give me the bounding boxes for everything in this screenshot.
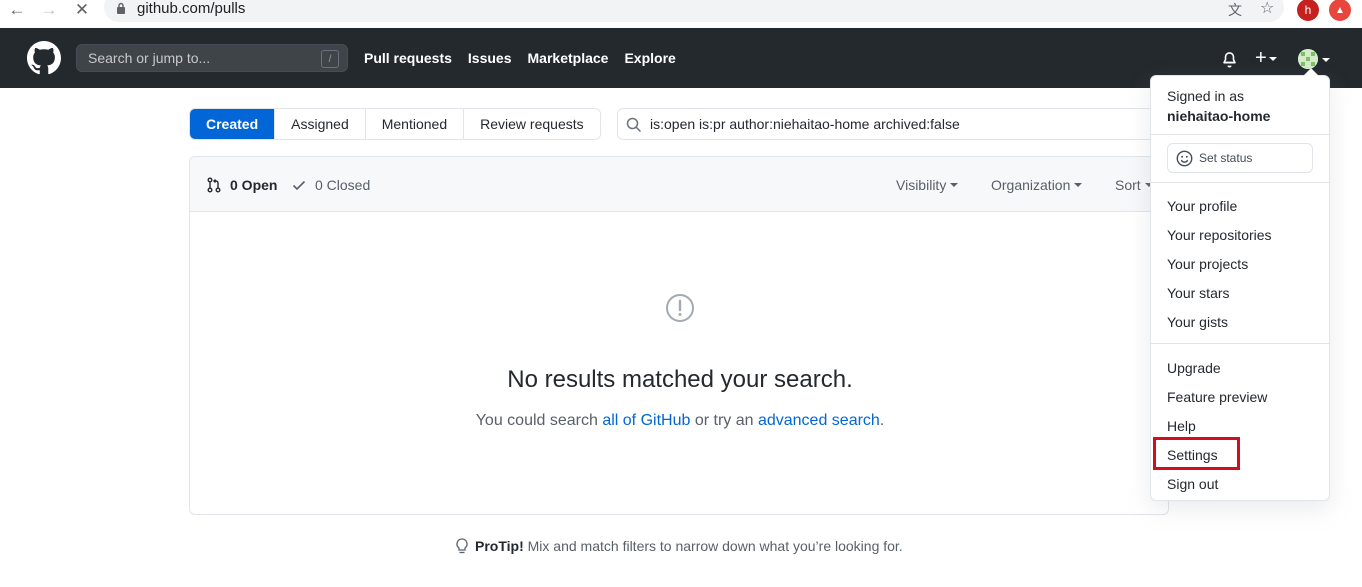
menu-item-your-profile[interactable]: Your profile — [1167, 196, 1237, 216]
set-status-label: Set status — [1199, 151, 1253, 165]
protip: ProTip! Mix and match filters to narrow … — [455, 538, 903, 554]
identicon-icon — [1298, 49, 1318, 69]
visibility-menu-label: Visibility — [896, 177, 947, 193]
blankslate-text-part: You could search — [475, 412, 603, 429]
organization-menu[interactable]: Organization — [991, 177, 1083, 193]
nav-marketplace[interactable]: Marketplace — [528, 49, 609, 67]
blankslate-text: You could search all of GitHub or try an… — [190, 412, 1170, 430]
back-arrow-icon[interactable]: ← — [6, 0, 28, 20]
open-filter[interactable]: 0 Open — [206, 177, 277, 193]
results-header: 0 Open 0 Closed Visibility Organization … — [190, 157, 1168, 212]
protip-body: Mix and match filters to narrow down wha… — [523, 538, 903, 554]
protip-text: ProTip! Mix and match filters to narrow … — [475, 538, 903, 554]
sort-menu[interactable]: Sort — [1115, 177, 1153, 193]
protip-label: ProTip! — [475, 538, 524, 554]
nav-pull-requests[interactable]: Pull requests — [364, 49, 452, 67]
tab-review-requests[interactable]: Review requests — [463, 109, 600, 139]
pull-request-icon — [207, 177, 221, 193]
check-icon — [292, 180, 306, 191]
menu-item-your-stars[interactable]: Your stars — [1167, 283, 1230, 303]
open-count-label: 0 Open — [230, 177, 278, 193]
address-bar[interactable] — [104, 0, 1284, 22]
blankslate: No results matched your search. You coul… — [190, 293, 1170, 430]
extension-icon[interactable]: ▲ — [1329, 0, 1351, 21]
signed-in-header: Signed in as niehaitao-home — [1151, 76, 1329, 134]
pulls-filter-input[interactable] — [650, 109, 1150, 139]
lock-icon — [117, 2, 125, 14]
pulls-filter — [617, 108, 1177, 140]
global-search-input[interactable] — [77, 45, 297, 71]
global-search: / — [76, 44, 348, 72]
menu-item-your-gists[interactable]: Your gists — [1167, 312, 1228, 332]
menu-item-your-projects[interactable]: Your projects — [1167, 254, 1248, 274]
dropdown-divider — [1151, 343, 1329, 344]
closed-filter[interactable]: 0 Closed — [291, 177, 370, 193]
dropdown-divider — [1151, 134, 1329, 135]
search-shortcut-key: / — [321, 50, 339, 68]
signed-in-username: niehaitao-home — [1167, 108, 1271, 124]
pulls-results-box: 0 Open 0 Closed Visibility Organization … — [189, 156, 1169, 515]
signed-in-as-label: Signed in as — [1167, 88, 1245, 104]
blankslate-title: No results matched your search. — [507, 366, 853, 393]
tab-assigned[interactable]: Assigned — [274, 109, 365, 139]
menu-item-sign-out[interactable]: Sign out — [1167, 474, 1218, 494]
light-bulb-icon — [456, 538, 468, 554]
settings-highlight-annotation — [1153, 437, 1240, 470]
github-logo-icon[interactable] — [27, 41, 61, 75]
all-of-github-link[interactable]: all of GitHub — [602, 412, 690, 429]
smiley-icon — [1176, 150, 1193, 166]
tab-created[interactable]: Created — [190, 109, 275, 139]
closed-count-label: 0 Closed — [315, 177, 371, 193]
set-status-button[interactable]: Set status — [1167, 143, 1313, 173]
plus-icon: + — [1255, 47, 1267, 69]
chevron-down-icon — [1268, 56, 1277, 61]
advanced-search-link[interactable]: advanced search — [758, 412, 880, 429]
blankslate-text-part: or try an — [690, 412, 758, 429]
menu-item-feature-preview[interactable]: Feature preview — [1167, 387, 1267, 407]
nav-explore[interactable]: Explore — [624, 49, 675, 67]
stop-loading-icon[interactable]: ✕ — [71, 0, 93, 20]
menu-item-help[interactable]: Help — [1167, 416, 1196, 436]
profile-avatar[interactable]: h — [1297, 0, 1319, 21]
pulls-filter-tabs: Created Assigned Mentioned Review reques… — [189, 108, 601, 140]
translate-icon[interactable]: 文 — [1228, 0, 1242, 20]
sort-menu-label: Sort — [1115, 177, 1141, 193]
create-new-button[interactable]: + — [1255, 47, 1277, 70]
url-text[interactable]: github.com/pulls — [137, 0, 245, 18]
menu-item-your-repositories[interactable]: Your repositories — [1167, 225, 1272, 245]
browser-toolbar: ← → ✕ github.com/pulls 文 ☆ h ▲ — [0, 0, 1362, 28]
bookmark-star-icon[interactable]: ☆ — [1260, 0, 1274, 18]
user-avatar[interactable] — [1298, 49, 1318, 69]
alert-circle-icon — [666, 294, 694, 322]
organization-menu-label: Organization — [991, 177, 1071, 193]
dropdown-divider — [1151, 182, 1329, 183]
nav-issues[interactable]: Issues — [468, 49, 512, 67]
chevron-down-icon — [1074, 183, 1083, 187]
avatar-chevron-down-icon[interactable] — [1322, 58, 1330, 62]
primary-nav: Pull requests Issues Marketplace Explore — [364, 49, 676, 67]
notification-bell-icon[interactable] — [1221, 50, 1238, 68]
tab-mentioned[interactable]: Mentioned — [364, 109, 464, 139]
forward-arrow-icon[interactable]: → — [38, 0, 60, 20]
chevron-down-icon — [950, 183, 959, 187]
visibility-menu[interactable]: Visibility — [896, 177, 959, 193]
menu-item-upgrade[interactable]: Upgrade — [1167, 358, 1221, 378]
blankslate-text-part: . — [879, 412, 885, 429]
search-icon — [626, 117, 642, 133]
